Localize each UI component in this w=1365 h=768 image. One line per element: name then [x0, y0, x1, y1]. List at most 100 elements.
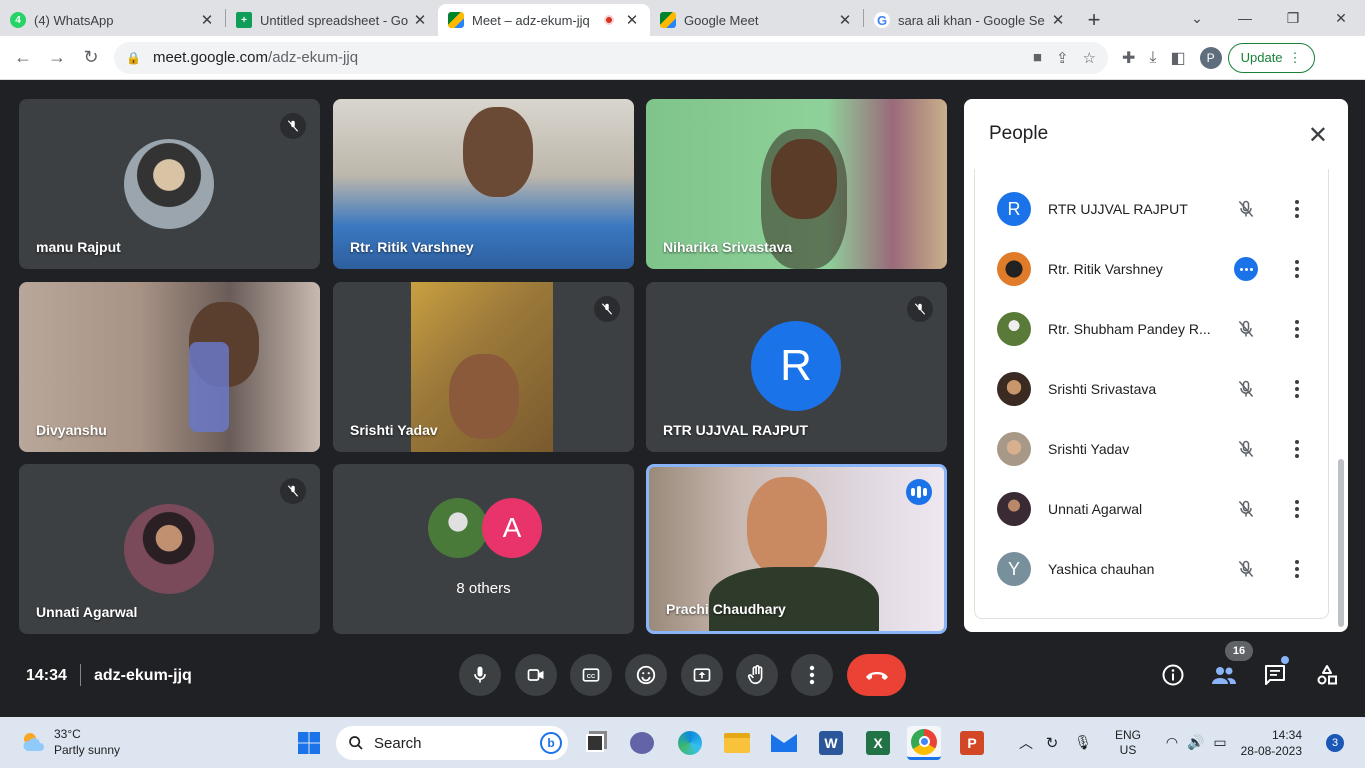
powerpoint-icon[interactable]: P — [955, 726, 989, 760]
raise-hand-button[interactable] — [736, 654, 778, 696]
word-icon[interactable]: W — [814, 726, 848, 760]
list-item[interactable]: Rtr. Ritik Varshney — [975, 239, 1330, 299]
tab-google-search[interactable]: G sara ali khan - Google Se ✕ — [864, 4, 1076, 36]
reactions-button[interactable] — [625, 654, 667, 696]
participant-tile-speaking[interactable]: Prachi Chaudhary — [646, 464, 947, 634]
sync-icon[interactable]: ↻ — [1036, 734, 1068, 752]
bookmark-star-icon[interactable]: ☆ — [1083, 49, 1096, 67]
update-button[interactable]: Update ⋮ — [1227, 42, 1315, 73]
list-item[interactable]: Rtr. Shubham Pandey R... — [975, 299, 1330, 359]
more-options-icon[interactable] — [1287, 440, 1307, 458]
chrome-icon[interactable] — [907, 726, 941, 760]
tab-search-chevron-icon[interactable]: ⌄ — [1173, 10, 1221, 27]
close-tab-icon[interactable]: ✕ — [1050, 11, 1066, 29]
avatar-initial: R — [751, 321, 841, 411]
speaking-indicator-icon[interactable] — [1234, 257, 1258, 281]
participant-name: Rtr. Ritik Varshney — [350, 239, 474, 255]
edge-icon[interactable] — [673, 726, 707, 760]
taskbar-search[interactable]: Search b — [336, 726, 568, 760]
system-tray: ︿ ↻ 🎙 ENG US ◠ 🔊 ▭ 14:34 28-08-2023 — [1016, 717, 1302, 768]
chat-button[interactable] — [1261, 661, 1289, 689]
people-button[interactable] — [1210, 661, 1238, 689]
list-item[interactable]: R RTR UJJVAL RAJPUT — [975, 179, 1330, 239]
captions-button[interactable]: CC — [570, 654, 612, 696]
more-options-icon[interactable] — [1287, 500, 1307, 518]
microphone-tray-icon[interactable]: 🎙 — [1068, 734, 1098, 751]
weather-widget[interactable]: 33°C Partly sunny — [20, 726, 120, 758]
tab-google-meet[interactable]: Google Meet ✕ — [650, 4, 863, 36]
participant-tile[interactable]: Niharika Srivastava — [646, 99, 947, 269]
mail-icon[interactable] — [767, 726, 801, 760]
participant-tile[interactable]: R RTR UJJVAL RAJPUT — [646, 282, 947, 452]
activities-button[interactable] — [1313, 661, 1341, 689]
excel-icon[interactable]: X — [861, 726, 895, 760]
participant-name: Niharika Srivastava — [663, 239, 793, 255]
more-options-icon[interactable] — [1287, 380, 1307, 398]
forward-button[interactable]: → — [40, 47, 74, 68]
share-icon[interactable]: ⇪ — [1056, 49, 1069, 67]
more-options-icon[interactable] — [1287, 200, 1307, 218]
address-bar[interactable]: 🔒 meet.google.com/adz-ekum-jjq ■ ⇪ ☆ — [114, 41, 1108, 74]
notification-count-badge[interactable]: 3 — [1326, 734, 1344, 752]
reload-button[interactable]: ↻ — [74, 47, 108, 68]
close-tab-icon[interactable]: ✕ — [837, 11, 853, 29]
list-item[interactable]: Unnati Agarwal — [975, 479, 1330, 539]
profile-avatar[interactable]: P — [1199, 46, 1222, 69]
start-button[interactable] — [292, 726, 326, 760]
list-item[interactable]: Srishti Yadav — [975, 419, 1330, 479]
battery-icon[interactable]: ▭ — [1208, 734, 1232, 751]
more-options-icon[interactable] — [1287, 260, 1307, 278]
participant-tile[interactable]: Unnati Agarwal — [19, 464, 320, 634]
camera-in-use-icon[interactable]: ■ — [1033, 49, 1042, 67]
more-options-icon[interactable] — [1287, 560, 1307, 578]
clock[interactable]: 14:34 28-08-2023 — [1236, 727, 1302, 759]
task-view-icon[interactable] — [578, 726, 612, 760]
mic-off-icon[interactable] — [1233, 316, 1259, 342]
list-item[interactable]: Y Yashica chauhan — [975, 539, 1330, 599]
minimize-button[interactable]: — — [1221, 10, 1269, 26]
wifi-icon[interactable]: ◠ — [1160, 734, 1184, 751]
more-options-icon[interactable] — [1287, 320, 1307, 338]
tab-meet-active[interactable]: Meet – adz-ekum-jjq ✕ — [438, 4, 650, 36]
back-button[interactable]: ← — [6, 47, 40, 68]
language-indicator[interactable]: ENG US — [1102, 728, 1154, 758]
show-hidden-icons-chevron-icon[interactable]: ︿ — [1016, 733, 1036, 753]
others-tile[interactable]: A 8 others — [333, 464, 634, 634]
participant-tile[interactable]: manu Rajput — [19, 99, 320, 269]
participant-tile[interactable]: Srishti Yadav — [333, 282, 634, 452]
tab-spreadsheet[interactable]: + Untitled spreadsheet - Go ✕ — [226, 4, 438, 36]
side-panel-icon[interactable]: ◧ — [1170, 48, 1185, 68]
close-tab-icon[interactable]: ✕ — [199, 11, 215, 29]
camera-button[interactable] — [515, 654, 557, 696]
list-item[interactable]: Srishti Srivastava — [975, 359, 1330, 419]
panel-scrollbar[interactable] — [1338, 459, 1344, 627]
extensions-icon[interactable]: ✚ — [1122, 48, 1135, 68]
mic-off-icon[interactable] — [1233, 376, 1259, 402]
meeting-details-button[interactable] — [1159, 661, 1187, 689]
teams-chat-icon[interactable] — [625, 726, 659, 760]
close-window-button[interactable]: ✕ — [1317, 10, 1365, 27]
present-screen-button[interactable] — [681, 654, 723, 696]
video-camera-icon — [527, 669, 544, 681]
microphone-button[interactable] — [459, 654, 501, 696]
restore-button[interactable]: ❐ — [1269, 10, 1317, 27]
mic-off-icon[interactable] — [1233, 196, 1259, 222]
close-tab-icon[interactable]: ✕ — [624, 11, 640, 29]
participant-tile[interactable]: Rtr. Ritik Varshney — [333, 99, 634, 269]
url-host: meet.google.com — [152, 49, 269, 66]
mic-off-icon[interactable] — [1233, 496, 1259, 522]
tab-whatsapp[interactable]: 4 (4) WhatsApp ✕ — [0, 4, 225, 36]
leave-call-button[interactable] — [847, 654, 906, 696]
close-tab-icon[interactable]: ✕ — [412, 11, 428, 29]
more-options-button[interactable] — [791, 654, 833, 696]
file-explorer-icon[interactable] — [720, 726, 754, 760]
download-icon[interactable]: ⤓ — [1149, 49, 1156, 67]
volume-icon[interactable]: 🔊 — [1184, 734, 1208, 751]
close-panel-button[interactable]: ✕ — [1308, 121, 1328, 150]
participant-tile[interactable]: Divyanshu — [19, 282, 320, 452]
lock-icon[interactable]: 🔒 — [126, 51, 141, 65]
mic-off-icon[interactable] — [1233, 556, 1259, 582]
avatar — [124, 504, 214, 594]
mic-off-icon[interactable] — [1233, 436, 1259, 462]
new-tab-button[interactable]: + — [1076, 4, 1112, 36]
